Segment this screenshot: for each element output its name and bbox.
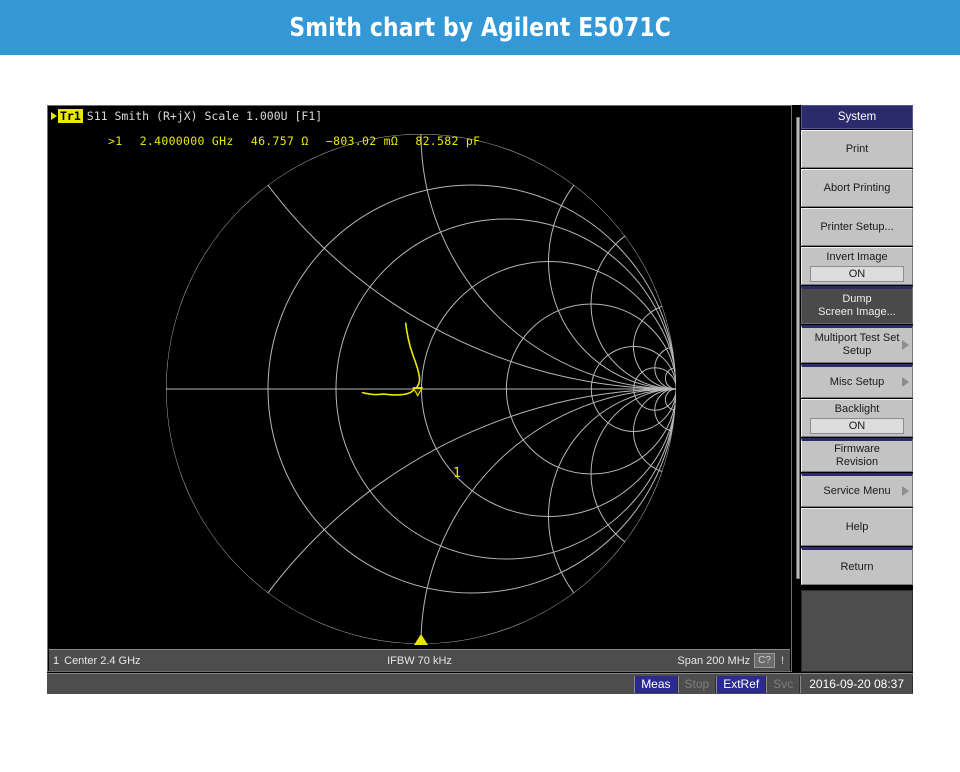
softkey-panel: System Print Abort Printing Printer Setup.… xyxy=(795,105,913,672)
softkey-misc-setup[interactable]: Misc Setup xyxy=(801,364,913,398)
ifbw-label[interactable]: IFBW 70 kHz xyxy=(387,655,452,667)
softkey-label: Backlight xyxy=(835,403,880,416)
softkey-printer-setup[interactable]: Printer Setup... xyxy=(801,208,913,246)
softkey-service-menu[interactable]: Service Menu xyxy=(801,473,913,507)
center-frequency-label[interactable]: Center 2.4 GHz xyxy=(64,655,140,667)
softkey-label: Return xyxy=(840,561,873,574)
trace-badge[interactable]: Tr1 xyxy=(58,109,83,123)
softkey-label: Help xyxy=(846,521,869,534)
status-bar: Meas Stop ExtRef Svc 2016-09-20 08:37 xyxy=(47,673,913,694)
softkey-multiport-test-set[interactable]: Multiport Test SetSetup xyxy=(801,325,913,363)
active-trace-arrow-icon xyxy=(51,112,57,120)
softkey-label: Printer Setup... xyxy=(820,221,893,234)
softkey-toggle-value[interactable]: ON xyxy=(810,266,904,282)
softkey-scrollbar-thumb[interactable] xyxy=(796,117,800,579)
softkey-firmware[interactable]: FirmwareRevision xyxy=(801,438,913,472)
graph-inner: 1 Tr1 S11 Smith (R+jX) Scale 1.000U [F1]… xyxy=(48,106,791,648)
softkey-label: Misc Setup xyxy=(830,376,884,389)
softkey-toggle-value[interactable]: ON xyxy=(810,418,904,434)
softkey-dump[interactable]: DumpScreen Image... xyxy=(801,286,913,324)
softkey-help[interactable]: Help xyxy=(801,508,913,546)
graph-panel[interactable]: 1 Tr1 S11 Smith (R+jX) Scale 1.000U [F1]… xyxy=(47,105,792,672)
page-title: Smith chart by Agilent E5071C xyxy=(289,13,671,43)
footer-right-group: Span 200 MHz C? ! xyxy=(677,653,786,668)
softkey-invert-image[interactable]: Invert Image ON xyxy=(801,247,913,285)
softkey-label-line2: Setup xyxy=(843,345,872,358)
status-meas[interactable]: Meas xyxy=(634,676,677,693)
softkey-label: Abort Printing xyxy=(824,182,891,195)
softkey-menu-title: System xyxy=(801,105,913,129)
smith-chart-plot xyxy=(48,106,791,648)
channel-number: 1 xyxy=(49,655,64,667)
chevron-right-icon xyxy=(902,340,909,350)
softkey-return[interactable]: Return xyxy=(801,547,913,585)
softkey-abort-printing[interactable]: Abort Printing xyxy=(801,169,913,207)
softkey-backlight[interactable]: Backlight ON xyxy=(801,399,913,437)
marker-capacitance: 82.582 pF xyxy=(415,134,480,148)
s11-trace xyxy=(363,323,420,395)
softkey-print[interactable]: Print xyxy=(801,130,913,168)
status-datetime[interactable]: 2016-09-20 08:37 xyxy=(800,676,913,693)
marker-frequency: 2.4000000 GHz xyxy=(140,134,234,148)
marker-1-label: 1 xyxy=(453,466,461,481)
softkey-list: System Print Abort Printing Printer Setup.… xyxy=(801,105,913,585)
softkey-label: Firmware xyxy=(834,443,880,456)
chevron-right-icon xyxy=(902,377,909,387)
status-stop[interactable]: Stop xyxy=(678,676,717,693)
vna-screen: 1 Tr1 S11 Smith (R+jX) Scale 1.000U [F1]… xyxy=(47,105,913,694)
marker-resistance: 46.757 Ω xyxy=(251,134,309,148)
softkey-label-line2: Revision xyxy=(836,456,878,469)
softkey-label-line2: Screen Image... xyxy=(818,306,896,319)
softkey-label: Service Menu xyxy=(823,485,890,498)
sweep-position-indicator-icon xyxy=(413,633,429,647)
softkey-label: Dump xyxy=(842,293,871,306)
softkey-label: Invert Image xyxy=(826,251,887,264)
graph-footer: 1 Center 2.4 GHz IFBW 70 kHz Span 200 MH… xyxy=(49,649,790,671)
softkey-label: Print xyxy=(846,143,869,156)
softkey-empty-area xyxy=(801,590,913,672)
status-svc[interactable]: Svc xyxy=(766,676,800,693)
warning-badge: ! xyxy=(779,655,786,667)
trace-description: S11 Smith (R+jX) Scale 1.000U [F1] xyxy=(87,109,322,123)
span-label[interactable]: Span 200 MHz xyxy=(677,655,750,667)
marker-readout-row: >1 2.4000000 GHz 46.757 Ω −803.02 mΩ 82.… xyxy=(108,134,490,148)
page-banner: Smith chart by Agilent E5071C xyxy=(0,0,960,55)
marker-reactance: −803.02 mΩ xyxy=(326,134,398,148)
status-extref[interactable]: ExtRef xyxy=(716,676,766,693)
cal-status-badge[interactable]: C? xyxy=(754,653,775,668)
marker-index: >1 xyxy=(108,134,122,148)
softkey-label: Multiport Test Set xyxy=(815,332,900,345)
chevron-right-icon xyxy=(902,486,909,496)
smith-graticule xyxy=(166,106,791,648)
trace-title-row[interactable]: Tr1 S11 Smith (R+jX) Scale 1.000U [F1] xyxy=(51,109,322,123)
